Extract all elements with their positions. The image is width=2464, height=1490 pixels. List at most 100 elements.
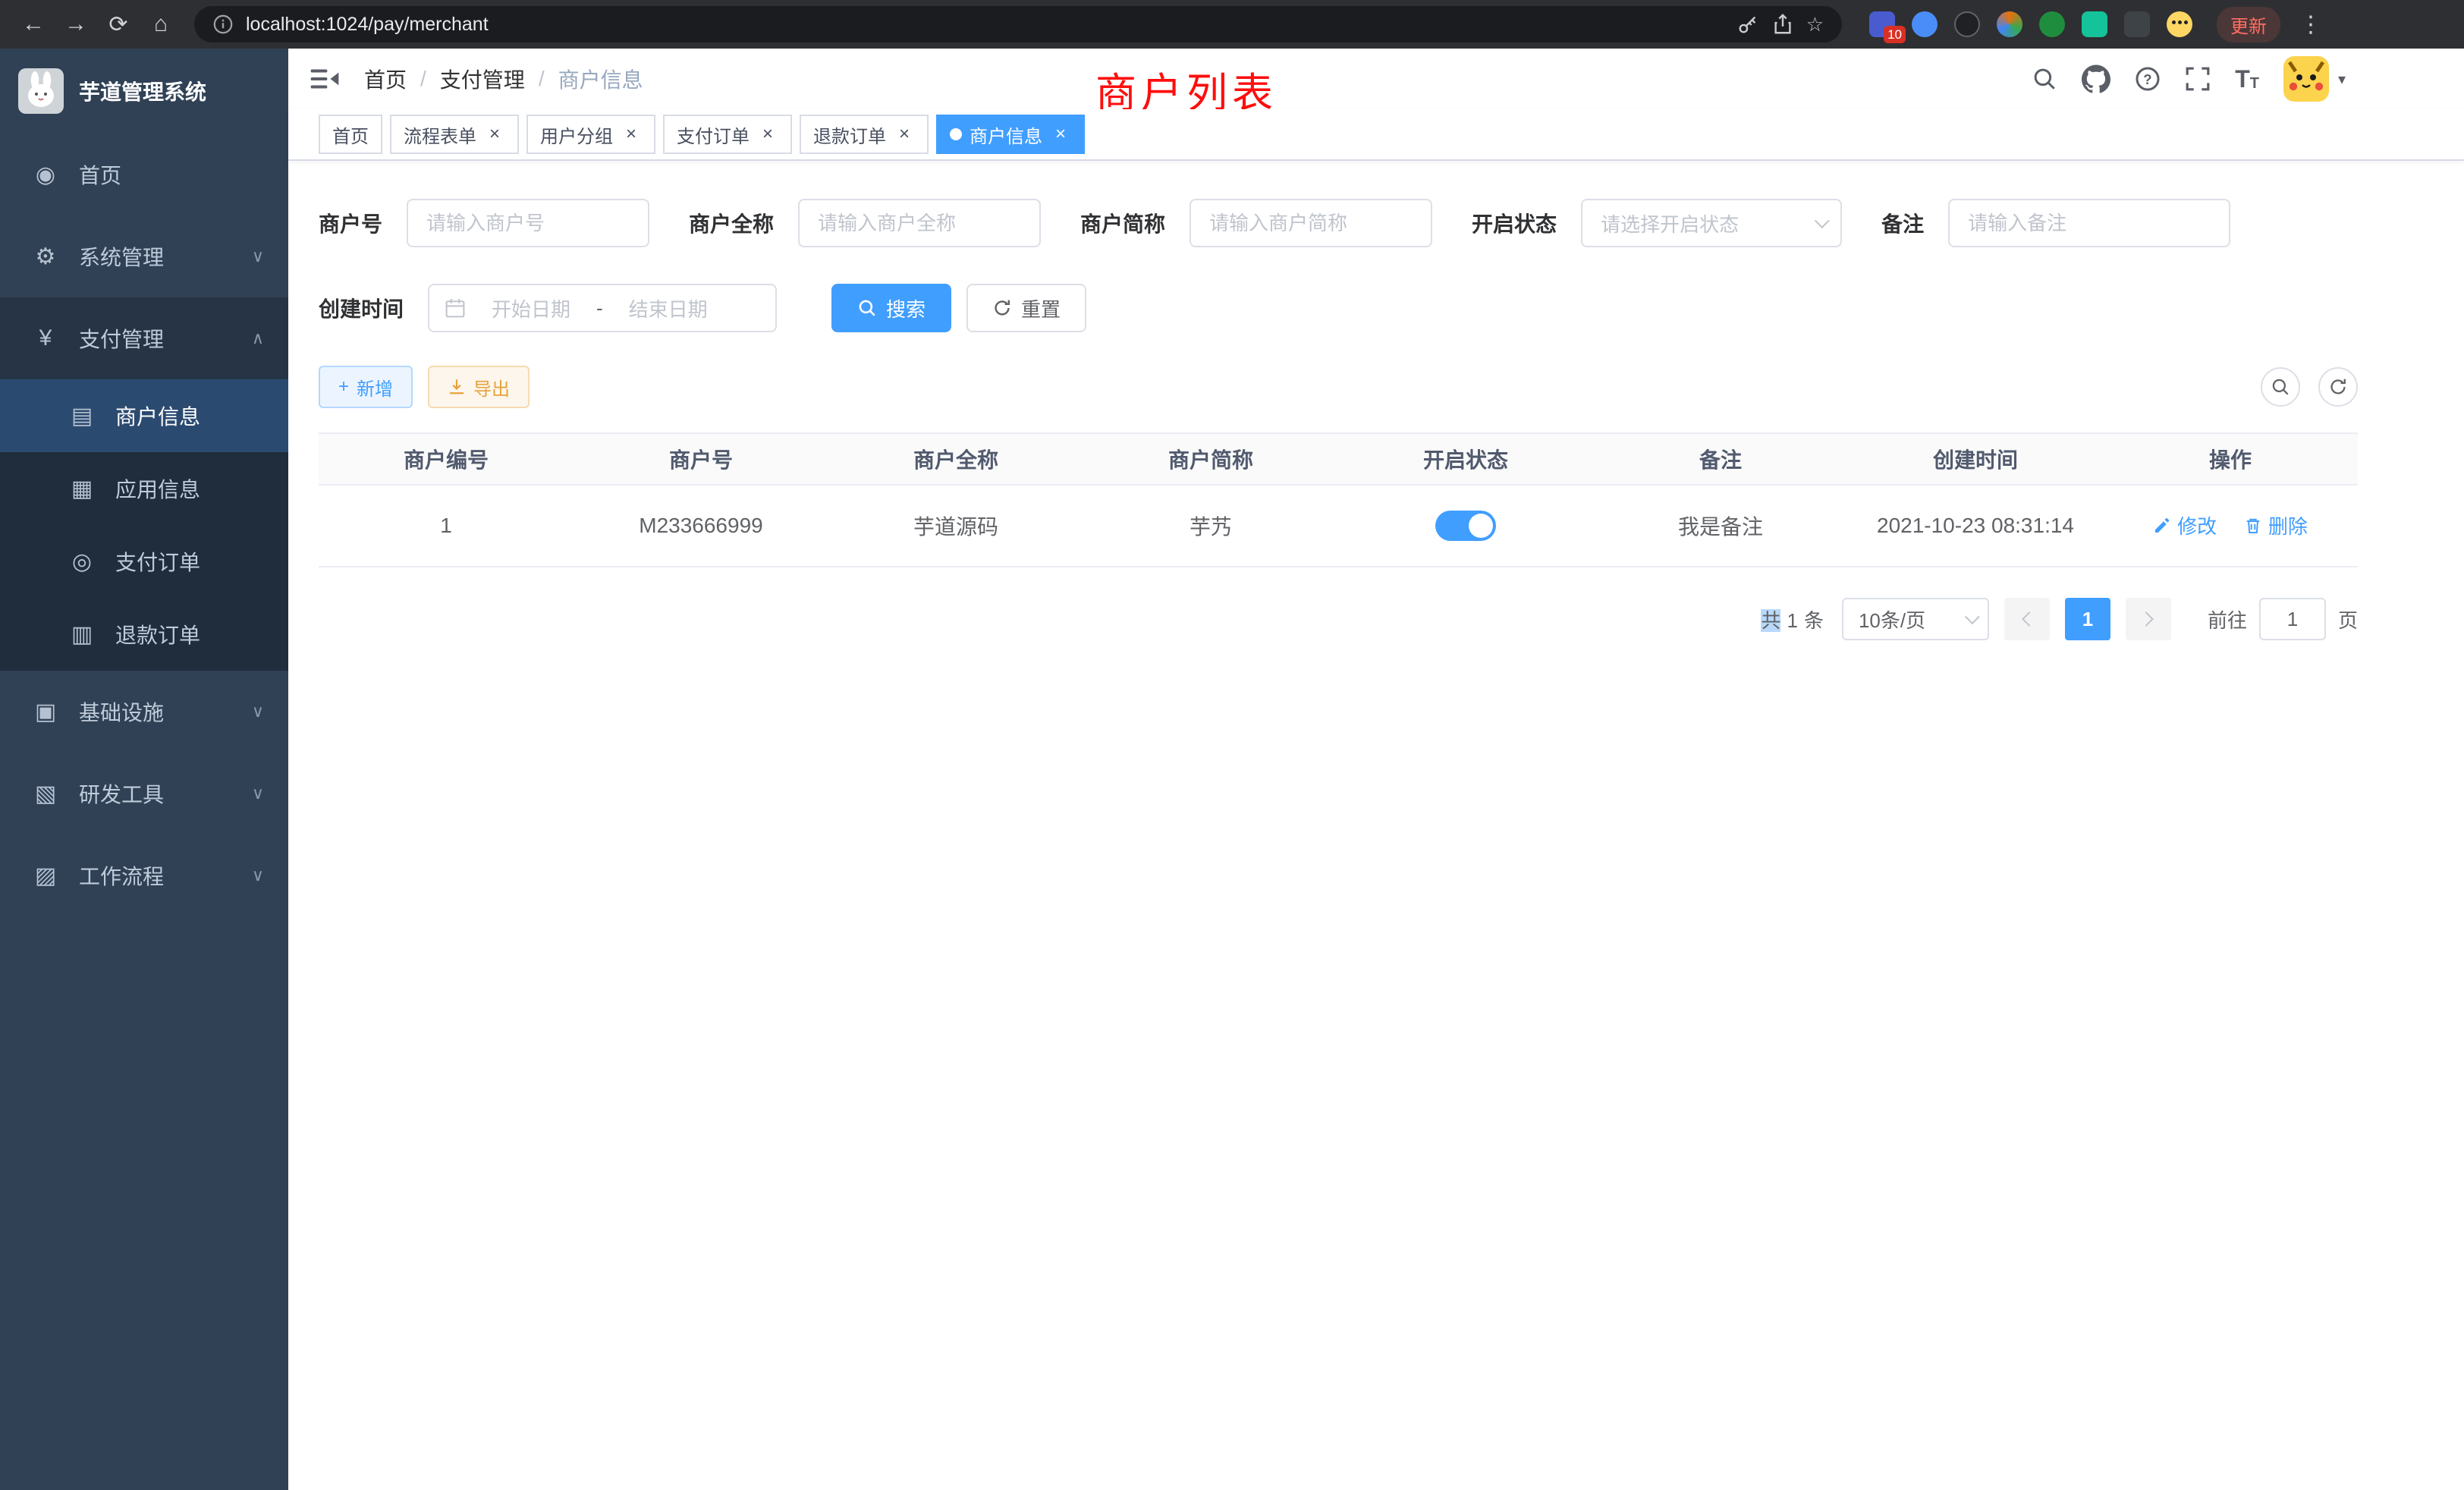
forward-icon[interactable]: →: [58, 6, 94, 42]
merchant-no-input[interactable]: [407, 199, 649, 247]
col-header-actions: 操作: [2103, 433, 2358, 485]
chevron-left-icon: [2022, 611, 2037, 627]
add-button[interactable]: + 新增: [319, 366, 413, 408]
search-form-row-1: 商户号 商户全称 商户简称 开启状态 请选择开启状态: [319, 199, 2358, 247]
short-name-input[interactable]: [1190, 199, 1432, 247]
sidebar-item-home[interactable]: ◉ 首页: [0, 134, 288, 215]
next-page-button[interactable]: [2126, 598, 2171, 640]
sidebar-item-label: 应用信息: [115, 473, 200, 504]
share-icon[interactable]: [1771, 13, 1794, 36]
user-avatar-menu[interactable]: ▾: [2283, 56, 2346, 102]
sidebar-item-merchant-info[interactable]: ▤ 商户信息: [0, 379, 288, 452]
home-icon[interactable]: ⌂: [143, 6, 179, 42]
active-tab-dot: [950, 128, 962, 140]
password-key-icon[interactable]: [1736, 13, 1759, 36]
page-size-select[interactable]: 10条/页: [1842, 598, 1989, 640]
extension-icon[interactable]: [1954, 11, 1980, 37]
browser-extensions: 10: [1857, 11, 2205, 37]
search-icon[interactable]: [2032, 66, 2057, 92]
show-search-icon-button[interactable]: [2261, 367, 2300, 407]
field-full-name: 商户全称: [689, 199, 1041, 247]
search-icon: [2271, 377, 2290, 397]
fullscreen-icon[interactable]: [2185, 66, 2211, 92]
sidebar-item-label: 工作流程: [79, 860, 164, 891]
tab-refund-order[interactable]: 退款订单 ×: [800, 115, 929, 154]
tab-process-form[interactable]: 流程表单 ×: [390, 115, 519, 154]
tab-user-group[interactable]: 用户分组 ×: [526, 115, 655, 154]
chevron-down-icon: ∨: [252, 784, 264, 803]
sidebar-item-workflow[interactable]: ▨ 工作流程 ∨: [0, 835, 288, 916]
edit-button[interactable]: 修改: [2153, 511, 2217, 539]
sidebar-item-refund-order[interactable]: ▥ 退款订单: [0, 598, 288, 671]
site-info-icon[interactable]: [212, 14, 234, 35]
browser-menu-icon[interactable]: ⋮: [2293, 6, 2329, 42]
create-time-range-picker[interactable]: 开始日期 - 结束日期: [428, 284, 777, 332]
reload-icon[interactable]: ⟳: [100, 6, 137, 42]
close-icon[interactable]: ×: [1050, 124, 1071, 145]
close-icon[interactable]: ×: [894, 124, 915, 145]
extension-icon[interactable]: [2082, 11, 2107, 37]
goto-label: 前往: [2208, 605, 2247, 633]
back-icon[interactable]: ←: [15, 6, 52, 42]
pagination-total-suffix: 条: [1804, 609, 1824, 632]
extension-smiley-icon[interactable]: [2167, 11, 2192, 37]
sidebar-item-label: 支付订单: [115, 546, 200, 577]
export-button[interactable]: 导出: [428, 366, 530, 408]
font-size-icon[interactable]: TT: [2235, 67, 2259, 91]
help-icon[interactable]: ?: [2135, 66, 2161, 92]
field-status: 开启状态 请选择开启状态: [1472, 199, 1842, 247]
sidebar-item-app-info[interactable]: ▦ 应用信息: [0, 452, 288, 525]
close-icon[interactable]: ×: [621, 124, 642, 145]
svg-text:?: ?: [2144, 71, 2152, 87]
cell-merchant-id: 1: [319, 485, 574, 567]
page-number-1[interactable]: 1: [2065, 598, 2110, 640]
col-header-full-name: 商户全称: [828, 433, 1083, 485]
close-icon[interactable]: ×: [484, 124, 505, 145]
prev-page-button[interactable]: [2004, 598, 2050, 640]
export-button-label: 导出: [473, 374, 510, 401]
tab-home[interactable]: 首页: [319, 115, 382, 154]
breadcrumb-home[interactable]: 首页: [364, 64, 407, 94]
status-toggle[interactable]: [1435, 511, 1496, 541]
merchant-no-label: 商户号: [319, 208, 382, 238]
navbar-actions: ? TT ▾: [2032, 56, 2346, 102]
tab-pay-order[interactable]: 支付订单 ×: [663, 115, 792, 154]
close-icon[interactable]: ×: [757, 124, 778, 145]
extension-badge: 10: [1884, 26, 1906, 43]
col-header-merchant-no: 商户号: [574, 433, 828, 485]
col-header-create-time: 创建时间: [1848, 433, 2103, 485]
col-header-merchant-id: 商户编号: [319, 433, 574, 485]
reset-button[interactable]: 重置: [966, 284, 1086, 332]
hamburger-icon[interactable]: [310, 64, 340, 94]
breadcrumb-section[interactable]: 支付管理: [440, 64, 525, 94]
tab-label: 用户分组: [540, 121, 613, 148]
goto-page-input[interactable]: [2259, 598, 2326, 640]
search-icon: [857, 298, 877, 318]
delete-button[interactable]: 删除: [2244, 511, 2308, 539]
refresh-table-button[interactable]: [2318, 367, 2358, 407]
extension-icon[interactable]: 10: [1869, 11, 1895, 37]
browser-update-button[interactable]: 更新: [2217, 7, 2280, 42]
tab-merchant-info[interactable]: 商户信息 ×: [936, 115, 1085, 154]
date-end-placeholder: 结束日期: [609, 294, 728, 322]
sidebar-item-pay-order[interactable]: ◎ 支付订单: [0, 525, 288, 598]
status-select[interactable]: 请选择开启状态: [1581, 199, 1842, 247]
sidebar-item-devtools[interactable]: ▧ 研发工具 ∨: [0, 753, 288, 835]
tab-label: 退款订单: [813, 121, 886, 148]
extension-icon[interactable]: [2124, 11, 2150, 37]
full-name-input[interactable]: [798, 199, 1041, 247]
extension-icon[interactable]: [2039, 11, 2065, 37]
app-window: 芋道管理系统 ◉ 首页 ⚙ 系统管理 ∨ ¥ 支付管理 ∧ ▤ 商户信息: [0, 49, 2464, 1490]
sidebar-item-payment[interactable]: ¥ 支付管理 ∧: [0, 297, 288, 379]
extension-icon[interactable]: [1912, 11, 1938, 37]
cell-actions: 修改 删除: [2103, 485, 2358, 567]
address-bar[interactable]: localhost:1024/pay/merchant ☆: [194, 6, 1842, 42]
bookmark-star-icon[interactable]: ☆: [1806, 13, 1824, 36]
github-icon[interactable]: [2082, 64, 2110, 93]
extension-icon[interactable]: [1997, 11, 2022, 37]
sidebar-item-infrastructure[interactable]: ▣ 基础设施 ∨: [0, 671, 288, 753]
merchant-card-icon: ▤: [67, 403, 97, 429]
sidebar-item-system[interactable]: ⚙ 系统管理 ∨: [0, 215, 288, 297]
search-button[interactable]: 搜索: [831, 284, 951, 332]
remark-input[interactable]: [1948, 199, 2230, 247]
